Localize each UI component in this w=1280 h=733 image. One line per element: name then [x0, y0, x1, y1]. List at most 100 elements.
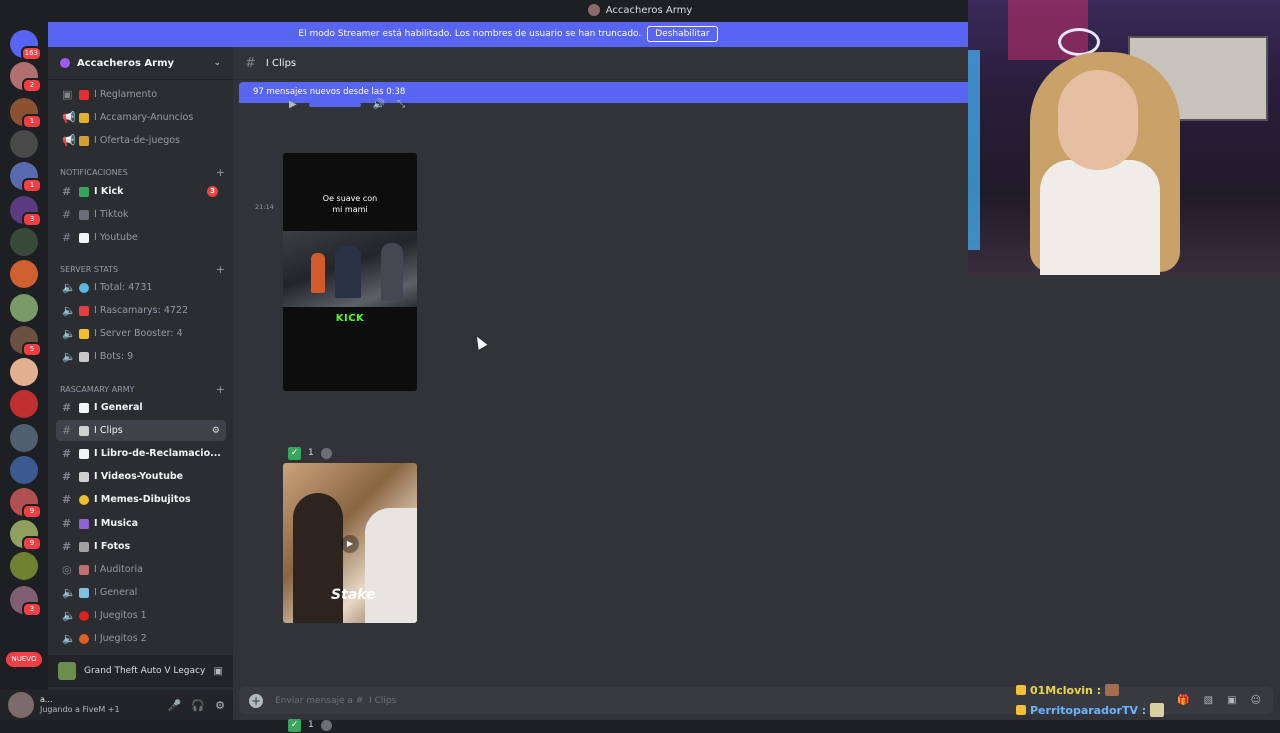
composer-channel: I Clips	[369, 695, 397, 706]
play-icon[interactable]: ▶	[289, 99, 297, 110]
discord-home-icon[interactable]: 163	[10, 30, 42, 61]
channel-item[interactable]: # I Videos-Youtube	[56, 466, 226, 487]
server-icon[interactable]: 2	[10, 62, 42, 93]
server-icon[interactable]: 1	[10, 162, 42, 193]
channel-item[interactable]: ◎ I Auditoria	[56, 559, 226, 580]
check-reaction-icon[interactable]: ✓	[288, 718, 301, 732]
add-reaction-icon[interactable]	[320, 719, 332, 731]
channel-item[interactable]: 🔈 I Server Booster: 4	[56, 323, 226, 344]
channel-item[interactable]: 🔈 I Juegitos 1	[56, 605, 226, 626]
reaction-row[interactable]: ✓1	[288, 717, 332, 733]
headphones-icon[interactable]: 🎧	[191, 699, 205, 712]
channel-item-selected[interactable]: # I Clips ⚙	[56, 420, 226, 441]
server-icon[interactable]	[10, 260, 38, 288]
channel-item[interactable]: 🔈 I Total: 4731	[56, 277, 226, 298]
category-label: SERVER STATS	[60, 265, 119, 274]
unread-badge: 9	[22, 536, 42, 551]
add-channel-icon[interactable]: +	[216, 166, 225, 179]
user-info[interactable]: a... Jugando a FiveM +1	[40, 695, 120, 715]
video-attachment[interactable]: Oe suave con mi mami KICK	[283, 153, 417, 391]
channel-name: Libro-de-Reclamacio...	[100, 448, 221, 459]
channel-item[interactable]: 🔈 I Rascamarys: 4722	[56, 300, 226, 321]
fullscreen-icon[interactable]: ⤡	[397, 99, 405, 110]
microphone-icon[interactable]: 🎤	[168, 699, 182, 712]
stream-chat-overlay: 01Mclovin : PerritoparadorTV :	[1016, 680, 1280, 720]
activity-panel[interactable]: Grand Theft Auto V Legacy ▣	[48, 655, 233, 687]
server-icon[interactable]	[10, 456, 38, 484]
new-badge[interactable]: NUEVO	[6, 652, 42, 667]
category-rascamary-army[interactable]: RASCAMARY ARMY +	[60, 383, 225, 396]
hash-icon: #	[62, 540, 72, 553]
channel-item[interactable]: ▣ I Reglamento	[56, 84, 226, 105]
emoji-icon	[79, 633, 89, 644]
channel-item[interactable]: 📢 I Accamary-Anuncios	[56, 107, 226, 128]
channel-item[interactable]: # I General	[56, 397, 226, 418]
server-icon[interactable]	[10, 390, 38, 418]
channel-name: Total: 4731	[99, 282, 153, 293]
channel-sidebar: Accacheros Army ⌄ ▣ I Reglamento 📢 I Accama…	[48, 47, 233, 720]
channel-item[interactable]: # I Memes-Dibujitos	[56, 489, 226, 510]
category-label: NOTIFICACIONES	[60, 168, 128, 177]
channel-item[interactable]: # I Kick 3	[56, 181, 226, 202]
server-icon[interactable]	[10, 228, 38, 256]
server-icon[interactable]: 5	[10, 326, 42, 357]
channel-item[interactable]: 📢 I Oferta-de-juegos	[56, 130, 226, 151]
video-progress[interactable]	[308, 102, 361, 107]
server-name: Accacheros Army	[77, 57, 175, 69]
channel-title: Clips	[272, 57, 297, 69]
video-controls[interactable]: ▶ 🔊 ⤡	[289, 99, 405, 110]
server-icon[interactable]: 9	[10, 520, 42, 551]
check-reaction-icon[interactable]: ✓	[288, 446, 301, 460]
reaction-count: 1	[308, 448, 314, 458]
server-icon[interactable]	[10, 130, 38, 158]
server-icon[interactable]: 3	[10, 196, 42, 227]
add-reaction-icon[interactable]	[320, 447, 332, 459]
server-icon[interactable]	[10, 358, 38, 386]
server-icon[interactable]: 3	[10, 586, 42, 617]
emoji-icon	[79, 425, 89, 436]
channel-item[interactable]: # I Musica	[56, 513, 226, 534]
server-list: 163 2 1 1 3 5 9 9 3 NUEVO	[0, 22, 48, 720]
server-icon[interactable]	[10, 552, 38, 580]
channel-item[interactable]: 🔈 I General	[56, 582, 226, 603]
hash-icon: #	[62, 185, 72, 198]
channel-item[interactable]: # I Tiktok	[56, 204, 226, 225]
video-attachment[interactable]: ▶ Stake	[283, 463, 417, 623]
activity-game: Grand Theft Auto V Legacy	[84, 666, 206, 676]
server-icon[interactable]	[10, 294, 38, 322]
category-server-stats[interactable]: SERVER STATS +	[60, 263, 225, 276]
channel-item[interactable]: # I Youtube	[56, 227, 226, 248]
username: a...	[40, 695, 53, 704]
emote-icon	[1150, 703, 1165, 717]
disable-button[interactable]: Deshabilitar	[647, 25, 718, 42]
channel-item[interactable]: 🔈 I Juegitos 2	[56, 628, 226, 649]
channel-name: Juegitos 1	[99, 610, 147, 621]
chevron-down-icon[interactable]: ⌄	[213, 58, 221, 68]
add-channel-icon[interactable]: +	[216, 263, 225, 276]
channel-item[interactable]: # I Libro-de-Reclamacio...	[56, 443, 226, 464]
emoji-icon	[79, 564, 89, 575]
channel-name: Bots: 9	[99, 351, 134, 362]
play-icon[interactable]: ▶	[341, 535, 359, 553]
channel-name: General	[100, 402, 143, 413]
server-icon[interactable]: 9	[10, 488, 42, 519]
add-channel-icon[interactable]: +	[216, 383, 225, 396]
add-attachment-icon[interactable]: +	[249, 693, 263, 708]
server-icon[interactable]	[10, 424, 38, 452]
game-controller-icon[interactable]: ▣	[214, 666, 223, 677]
invite-settings-icons[interactable]: ⚙	[212, 426, 220, 436]
video-caption: Oe suave con	[322, 194, 378, 203]
category-notificaciones[interactable]: NOTIFICACIONES +	[60, 166, 225, 179]
hash-icon: #	[62, 447, 72, 460]
avatar[interactable]	[8, 692, 34, 718]
volume-icon[interactable]: 🔊	[373, 99, 385, 110]
channel-item[interactable]: # I Fotos	[56, 536, 226, 557]
hash-icon: #	[245, 55, 256, 71]
server-header[interactable]: Accacheros Army ⌄	[48, 47, 233, 80]
channel-name: Oferta-de-juegos	[99, 135, 180, 146]
server-icon[interactable]: 1	[10, 98, 42, 129]
reaction-count: 1	[308, 720, 314, 730]
gear-icon[interactable]: ⚙	[215, 699, 225, 712]
reaction-row[interactable]: ✓1	[288, 445, 332, 461]
channel-item[interactable]: 🔈 I Bots: 9	[56, 346, 226, 367]
